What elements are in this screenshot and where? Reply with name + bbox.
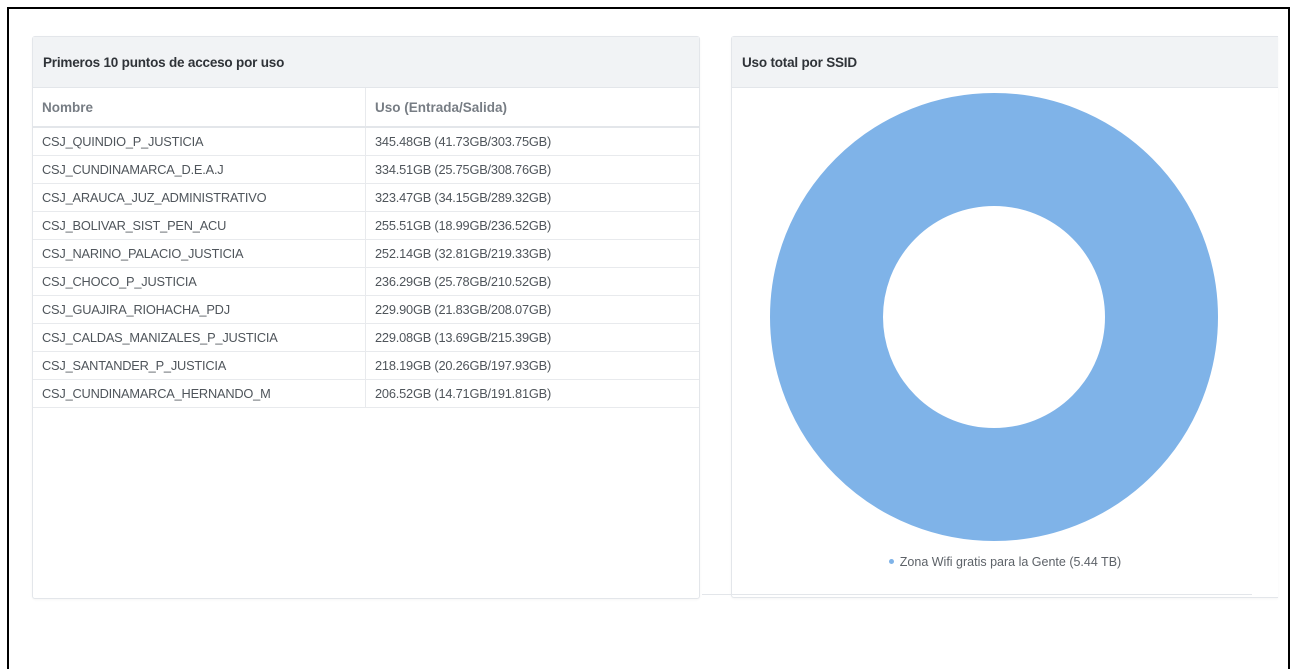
ssid-donut-chart [770,93,1218,541]
cell-usage: 255.51GB (18.99GB/236.52GB) [365,211,699,240]
cell-ap-name: CSJ_CUNDINAMARCA_D.E.A.J [33,155,366,184]
table-row[interactable]: CSJ_QUINDIO_P_JUSTICIA 345.48GB (41.73GB/… [33,127,699,156]
table-row[interactable]: CSJ_CUNDINAMARCA_HERNANDO_M 206.52GB (14.… [33,379,699,408]
table-row[interactable]: CSJ_SANTANDER_P_JUSTICIA 218.19GB (20.26G… [33,351,699,380]
cell-ap-name: CSJ_QUINDIO_P_JUSTICIA [33,127,366,156]
cell-usage: 218.19GB (20.26GB/197.93GB) [365,351,699,380]
top-access-points-panel: Primeros 10 puntos de acceso por uso Nom… [32,36,700,599]
table-row[interactable]: CSJ_BOLIVAR_SIST_PEN_ACU 255.51GB (18.99G… [33,211,699,240]
cell-usage: 323.47GB (34.15GB/289.32GB) [365,183,699,212]
table-row[interactable]: CSJ_ARAUCA_JUZ_ADMINISTRATIVO 323.47GB (3… [33,183,699,212]
panel-title: Uso total por SSID [732,37,1278,88]
table-row[interactable]: CSJ_NARINO_PALACIO_JUSTICIA 252.14GB (32.… [33,239,699,268]
table-row[interactable]: CSJ_CUNDINAMARCA_D.E.A.J 334.51GB (25.75G… [33,155,699,184]
cell-usage: 236.29GB (25.78GB/210.52GB) [365,267,699,296]
cell-usage: 206.52GB (14.71GB/191.81GB) [365,379,699,408]
cell-ap-name: CSJ_CALDAS_MANIZALES_P_JUSTICIA [33,323,366,352]
legend-label[interactable]: Zona Wifi gratis para la Gente (5.44 TB) [900,555,1121,569]
cell-ap-name: CSJ_ARAUCA_JUZ_ADMINISTRATIVO [33,183,366,212]
divider [702,594,1252,595]
table-row[interactable]: CSJ_CHOCO_P_JUSTICIA 236.29GB (25.78GB/21… [33,267,699,296]
cell-ap-name: CSJ_CUNDINAMARCA_HERNANDO_M [33,379,366,408]
table-row[interactable]: CSJ_GUAJIRA_RIOHACHA_PDJ 229.90GB (21.83G… [33,295,699,324]
cell-usage: 229.08GB (13.69GB/215.39GB) [365,323,699,352]
column-header-name[interactable]: Nombre [33,88,366,128]
table-row[interactable]: CSJ_CALDAS_MANIZALES_P_JUSTICIA 229.08GB … [33,323,699,352]
chart-legend: Zona Wifi gratis para la Gente (5.44 TB) [732,555,1278,569]
cell-ap-name: CSJ_BOLIVAR_SIST_PEN_ACU [33,211,366,240]
donut-slice[interactable] [770,93,1218,541]
panel-title: Primeros 10 puntos de acceso por uso [33,37,699,88]
access-points-table: Nombre Uso (Entrada/Salida) CSJ_QUINDIO_… [33,88,699,408]
cell-usage: 334.51GB (25.75GB/308.76GB) [365,155,699,184]
legend-swatch [888,559,894,565]
ssid-usage-panel: Uso total por SSID Zona Wifi gratis para… [731,36,1278,598]
cell-ap-name: CSJ_NARINO_PALACIO_JUSTICIA [33,239,366,268]
cell-ap-name: CSJ_GUAJIRA_RIOHACHA_PDJ [33,295,366,324]
cell-usage: 345.48GB (41.73GB/303.75GB) [365,127,699,156]
cell-ap-name: CSJ_SANTANDER_P_JUSTICIA [33,351,366,380]
cell-ap-name: CSJ_CHOCO_P_JUSTICIA [33,267,366,296]
cell-usage: 252.14GB (32.81GB/219.33GB) [365,239,699,268]
table-header-row: Nombre Uso (Entrada/Salida) [33,88,699,128]
cell-usage: 229.90GB (21.83GB/208.07GB) [365,295,699,324]
column-header-usage[interactable]: Uso (Entrada/Salida) [365,88,699,128]
